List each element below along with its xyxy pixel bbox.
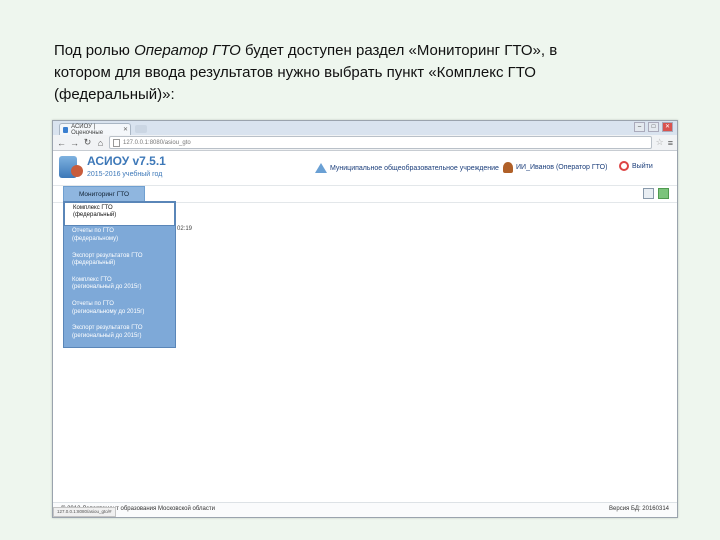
app-header: АСИОУ v7.5.1 2015-2016 учебный год Муниц… <box>53 151 677 186</box>
caption-role: Оператор ГТО <box>134 42 241 59</box>
footer-db-version: Версия БД: 20160314 <box>609 506 669 512</box>
tab-title: АСИОУ | Оценочные <box>71 123 104 136</box>
bookmark-star-icon[interactable]: ☆ <box>656 137 664 148</box>
app-footer: © 2012 Департамент образования Московско… <box>53 502 677 517</box>
dropdown-item-export-regional[interactable]: Экспорт результатов ГТО (региональный до… <box>64 323 175 347</box>
dropdown-item-reports-federal[interactable]: Отчеты по ГТО (федеральному) <box>64 226 175 250</box>
save-icon[interactable] <box>643 188 654 199</box>
slide-caption: Под ролью Оператор ГТО будет доступен ра… <box>54 40 664 106</box>
logout-button[interactable]: Выйти <box>619 161 653 171</box>
refresh-icon[interactable] <box>658 188 669 199</box>
dropdown-item-label: Отчеты по ГТО <box>72 301 114 308</box>
address-text: 127.0.0.1:8080/asiou_gto <box>123 139 191 146</box>
background-text: 02:19 <box>177 226 193 232</box>
dropdown-item-sublabel: (федеральный) <box>72 260 116 266</box>
school-year[interactable]: 2015-2016 учебный год <box>87 171 162 178</box>
dropdown-item-complex-federal[interactable]: Комплекс ГТО (федеральный) <box>64 202 175 227</box>
power-icon <box>619 161 629 171</box>
browser-menu-icon[interactable]: ≡ <box>668 138 673 148</box>
caption-text: (федеральный)»: <box>54 86 175 103</box>
window-controls: – □ ✕ <box>634 122 673 132</box>
reload-icon[interactable]: ↻ <box>83 137 92 148</box>
dropdown-item-sublabel: (региональный до 2015г) <box>72 332 142 339</box>
dropdown-item-reports-regional[interactable]: Отчеты по ГТО (региональному до 2015г) <box>64 299 175 323</box>
user-name: ИИ_Иванов (Оператор ГТО) <box>516 164 608 171</box>
organization-link[interactable]: Муниципальное общеобразовательное учрежд… <box>315 163 499 173</box>
organization-name: Муниципальное общеобразовательное учрежд… <box>330 164 499 172</box>
user-icon <box>503 162 513 173</box>
dropdown-item-label: Отчеты по ГТО <box>72 228 114 235</box>
caption-text: будет доступен раздел «Мониторинг ГТО», … <box>240 42 558 59</box>
browser-window: АСИОУ | Оценочные ✕ – □ ✕ ← → ↻ ⌂ 127.0.… <box>52 120 678 518</box>
close-window-icon[interactable]: ✕ <box>662 122 673 132</box>
caption-text: Под ролью <box>54 42 135 59</box>
minimize-icon[interactable]: – <box>634 122 645 132</box>
status-url: 127.0.0.1:8080/asiou_gto/# <box>53 507 116 517</box>
maximize-icon[interactable]: □ <box>648 122 659 132</box>
address-bar[interactable]: 127.0.0.1:8080/asiou_gto <box>109 136 652 149</box>
dropdown-item-label: Экспорт результатов ГТО <box>72 252 143 259</box>
monitoring-dropdown: Комплекс ГТО (федеральный) Отчеты по ГТО… <box>63 201 176 348</box>
user-link[interactable]: ИИ_Иванов (Оператор ГТО) <box>503 162 607 173</box>
back-icon[interactable]: ← <box>57 138 66 148</box>
caption-text: котором для ввода результатов нужно выбр… <box>54 64 536 81</box>
new-tab-button[interactable] <box>135 125 147 133</box>
dropdown-item-sublabel: (региональному до 2015г) <box>72 308 145 315</box>
dropdown-item-sublabel: (федеральному) <box>72 235 119 242</box>
home-icon[interactable]: ⌂ <box>96 138 105 148</box>
dropdown-item-export-federal[interactable]: Экспорт результатов ГТО (федеральный) <box>64 251 175 275</box>
dropdown-item-label: Экспорт результатов ГТО <box>72 325 143 332</box>
dropdown-item-sublabel: (региональный до 2015г) <box>72 284 142 291</box>
logout-label: Выйти <box>632 162 653 170</box>
browser-toolbar: ← → ↻ ⌂ 127.0.0.1:8080/asiou_gto ☆ ≡ <box>53 135 677 151</box>
app-logo-badge-icon <box>71 165 83 177</box>
dropdown-item-complex-regional[interactable]: Комплекс ГТО (региональный до 2015г) <box>64 275 175 299</box>
menu-monitoring-gto[interactable]: Мониторинг ГТО <box>63 186 145 202</box>
organization-icon <box>315 163 327 173</box>
forward-icon[interactable]: → <box>70 138 79 148</box>
page-icon <box>113 138 120 147</box>
app-title: АСИОУ v7.5.1 <box>87 154 166 168</box>
close-tab-icon[interactable]: ✕ <box>123 126 128 133</box>
tab-strip: АСИОУ | Оценочные ✕ – □ ✕ <box>53 121 677 136</box>
browser-tab[interactable]: АСИОУ | Оценочные ✕ <box>59 123 131 136</box>
favicon-icon <box>63 126 69 133</box>
dropdown-item-sublabel: (федеральный) <box>73 212 117 219</box>
